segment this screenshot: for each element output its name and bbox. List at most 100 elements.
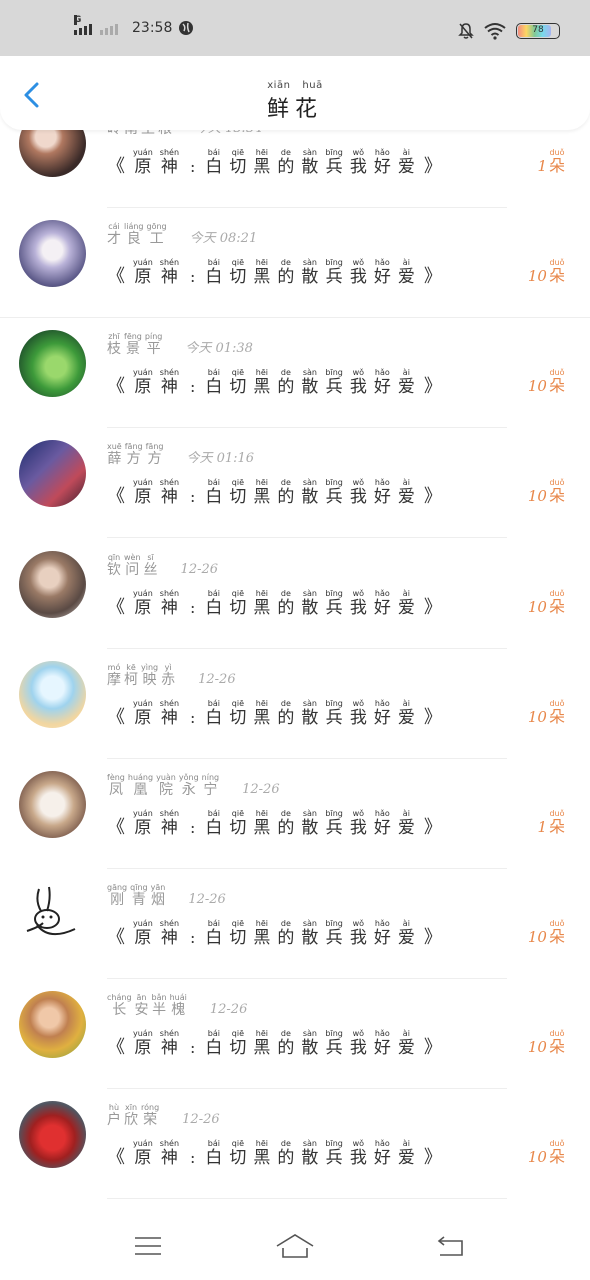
open-bracket: 《 [107, 376, 125, 397]
gift-source-title: 《 yuán 原 shén 神: bái 白 qiē 切 hēi 黑 de 的 sàn 散 bīng 兵 wǒ 我 h… [107, 699, 450, 728]
sender-info: cái 才 liáng 良 gōng 工今天 08:21 [107, 222, 257, 247]
hanzi-character: 切 [229, 598, 247, 618]
pinyin-annotation: wèn [124, 553, 141, 562]
list-item[interactable]: qīn 钦 wèn 问 sī 丝 12-26 《 yuán 原 shén 神: bái 白 qiē 切 hēi 黑… [0, 551, 590, 671]
title-char: wǒ 我 [350, 258, 367, 287]
hanzi-character: 赤 [161, 672, 176, 688]
pinyin-annotation: yuán [133, 478, 153, 487]
title-char: hēi 黑 [253, 699, 270, 728]
hanzi-character: 的 [277, 708, 295, 728]
title-char: wǒ 我 [350, 1029, 367, 1058]
hanzi-character: 白 [205, 708, 223, 728]
title-char: bái 白 [205, 258, 222, 287]
title-char: shén 神 [160, 919, 179, 948]
title-char: qiē 切 [229, 1029, 246, 1058]
title-char: shén 神 [160, 1139, 179, 1168]
hanzi-character: 方 [126, 451, 141, 467]
pinyin-annotation: bái [207, 368, 220, 377]
list-item[interactable]: xuē 薛 fāng 方 fāng 方今天 01:16 《 yuán 原 shén 神: bái 白 qi… [0, 440, 590, 560]
pinyin-annotation: cháng [107, 993, 132, 1002]
hanzi-character: 散 [301, 928, 319, 948]
title-char: hēi 黑 [253, 148, 270, 177]
pinyin-annotation: níng [201, 773, 220, 782]
gift-source-title: 《 yuán 原 shén 神: bái 白 qiē 切 hēi 黑 de 的 sàn 散 bīng 兵 wǒ 我 h… [107, 258, 450, 287]
user-avatar[interactable] [19, 661, 86, 728]
user-avatar[interactable] [19, 330, 86, 397]
list-item[interactable]: gāng 刚 qīng 青 yān 烟 12-26 《 yuán 原 shén 神: bái 白 qiē 切 h… [0, 881, 590, 1001]
back-button[interactable] [430, 1228, 470, 1264]
hanzi-character: 朵 [548, 156, 565, 175]
hanzi-character: 荣 [143, 1112, 158, 1128]
home-button[interactable] [275, 1228, 315, 1264]
user-avatar[interactable] [19, 771, 86, 838]
title-colon: : [190, 598, 196, 617]
pinyin-annotation: sàn [302, 919, 317, 928]
pinyin-annotation: yuán [133, 919, 153, 928]
pinyin-annotation: bái [207, 1139, 220, 1148]
sender-name-char: ān 安 [135, 993, 149, 1018]
list-item[interactable]: zhī 枝 fēng 景 píng 平今天 01:38 《 yuán 原 shén 神: bái 白 qi… [0, 330, 590, 450]
hanzi-character: 黑 [253, 1148, 271, 1168]
pinyin-annotation: zhī [108, 332, 120, 341]
hanzi-character: 爱 [397, 487, 415, 507]
close-bracket: 》 [423, 597, 442, 618]
hanzi-character: 朵 [548, 817, 565, 836]
pinyin-annotation: ài [402, 478, 410, 487]
title-char: sàn 散 [301, 699, 318, 728]
list-item[interactable]: fèng 凤 huáng 凰 yuàn 院 yǒng 永 níng 宁 12-26 《 yuán 原 shé… [0, 771, 590, 891]
list-item[interactable]: hù 户 xīn 欣 róng 荣 12-26 《 yuán 原 shén 神: bái 白 qiē 切 hēi… [0, 1101, 590, 1221]
pinyin-annotation: shén [159, 1139, 180, 1148]
page-title-pinyin: xiān huā [267, 80, 323, 91]
title-char: sàn 散 [301, 478, 318, 507]
user-avatar[interactable] [19, 991, 86, 1058]
pinyin-annotation: ān [136, 993, 147, 1002]
pinyin-annotation: yuán [133, 1029, 153, 1038]
hanzi-character: 朵 [548, 376, 565, 395]
title-colon: : [190, 928, 196, 947]
user-avatar[interactable] [19, 440, 86, 507]
pinyin-annotation: bái [207, 699, 220, 708]
title-char: shén 神 [160, 1029, 179, 1058]
user-avatar[interactable] [19, 220, 86, 287]
pinyin-annotation: yuán [133, 809, 153, 818]
title-char: de 的 [277, 148, 294, 177]
timestamp: 今天 08:21 [189, 231, 258, 246]
pinyin-annotation: de [280, 478, 291, 487]
pinyin-annotation: qiē [231, 919, 245, 928]
hanzi-character: 爱 [397, 818, 415, 838]
pinyin-annotation: yuán [133, 368, 153, 377]
gift-source-title: 《 yuán 原 shén 神: bái 白 qiē 切 hēi 黑 de 的 sàn 散 bīng 兵 wǒ 我 h… [107, 368, 450, 397]
hanzi-character: 切 [229, 157, 247, 177]
hanzi-character: 的 [277, 1148, 295, 1168]
pinyin-annotation: sàn [302, 148, 317, 157]
list-item[interactable]: cái 才 liáng 良 gōng 工今天 08:21 《 yuán 原 shén 神: bái 白 q… [0, 220, 590, 340]
user-avatar[interactable] [19, 1101, 86, 1168]
pinyin-annotation: bái [207, 258, 220, 267]
hanzi-character: 问 [125, 562, 140, 578]
hanzi-character: 宁 [203, 782, 218, 798]
title-char: shén 神 [160, 258, 179, 287]
pinyin-annotation: bái [207, 919, 220, 928]
pinyin-annotation: shén [159, 589, 180, 598]
flower-count-number: 1 [537, 818, 547, 836]
title-char: bái 白 [205, 589, 222, 618]
flower-unit: duǒ 朵 [549, 258, 565, 285]
hanzi-character: 朵 [548, 1147, 565, 1166]
list-item[interactable]: cháng 长 ān 安 bǎn 半 huái 槐 12-26 《 yuán 原 shén 神: bái 白 q… [0, 991, 590, 1111]
sender-name-char: qīng 青 [130, 883, 147, 908]
mute-notification-icon [458, 23, 474, 39]
menu-button[interactable] [128, 1228, 168, 1264]
sender-name-char: fāng 方 [125, 442, 143, 467]
pinyin-annotation: hēi [255, 699, 269, 708]
pinyin-annotation: hǎo [374, 1029, 390, 1038]
user-avatar[interactable] [19, 551, 86, 618]
list-item[interactable]: mó 摩 kē 柯 yìng 映 yì 赤 12-26 《 yuán 原 shén 神: bái 白 qiē 切 h… [0, 661, 590, 781]
hanzi-character: 我 [349, 598, 367, 618]
pinyin-annotation: qiē [231, 1139, 245, 1148]
user-avatar[interactable] [19, 881, 86, 948]
title-char: qiē 切 [229, 809, 246, 838]
sender-name-char: fēng 景 [124, 332, 142, 357]
list-item[interactable]: 岭南王粮今天 13:34《yuán原shén神:bái白qiē切hēi黑de的s… [0, 110, 590, 230]
sender-name-char: yìng 映 [141, 663, 158, 688]
pinyin-annotation: ài [402, 699, 410, 708]
